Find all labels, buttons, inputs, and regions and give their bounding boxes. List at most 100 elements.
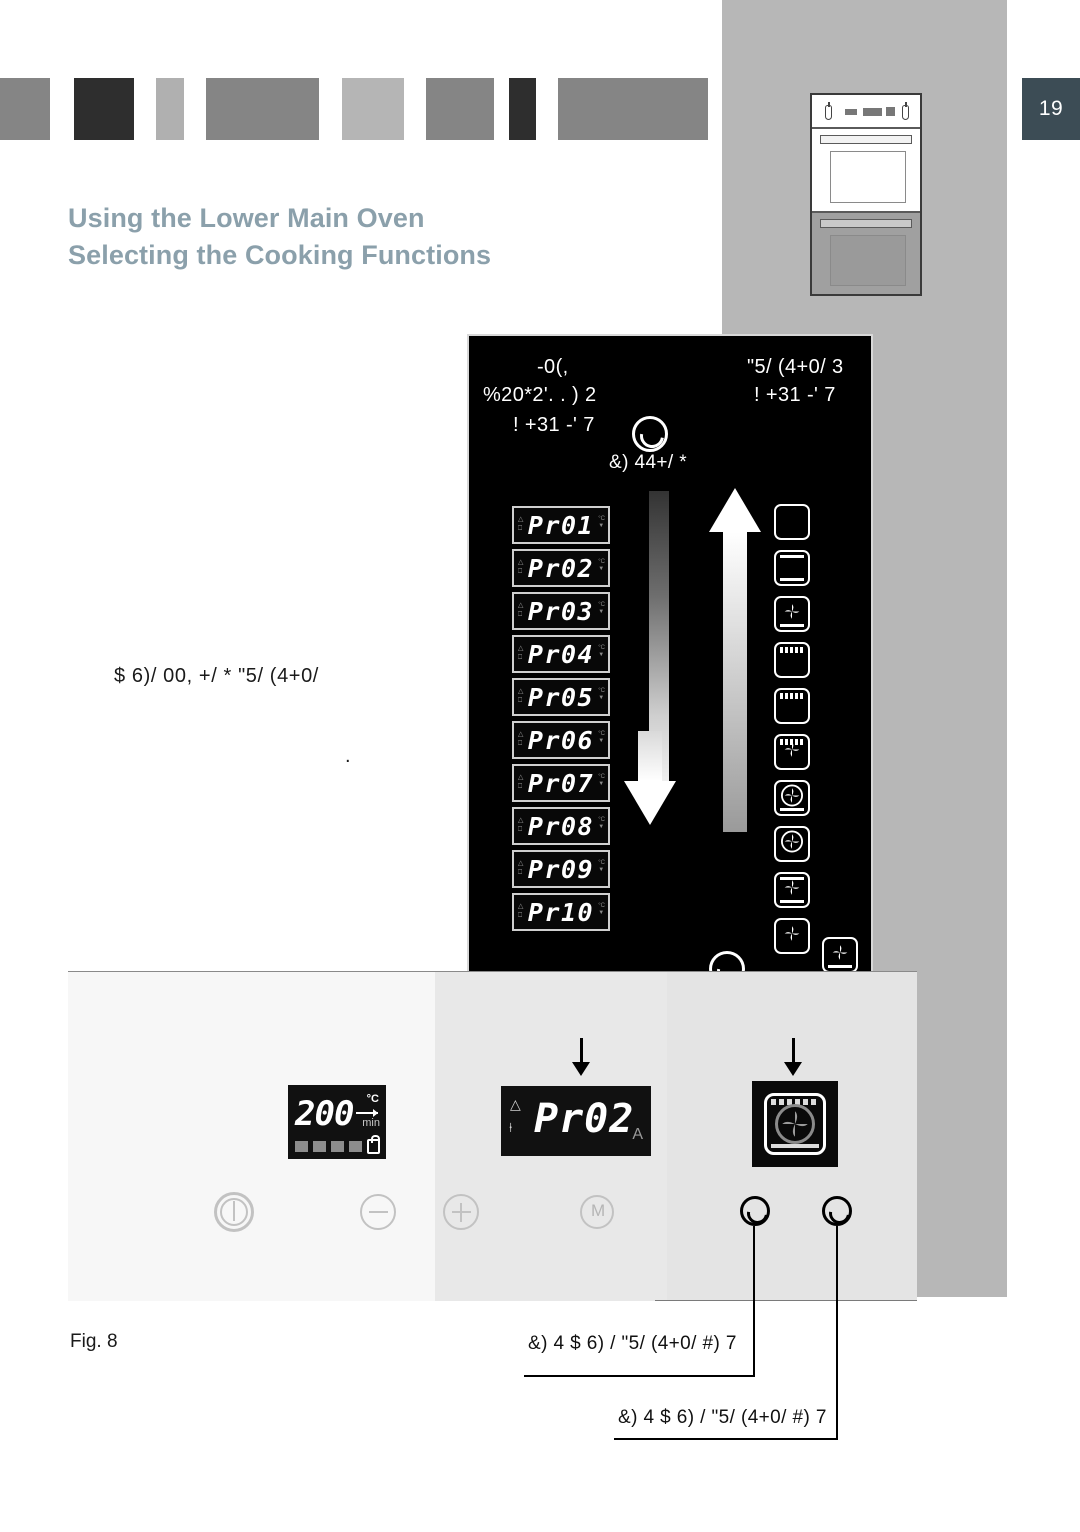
topbar-block-5	[342, 78, 404, 140]
double-oven-illustration	[810, 93, 922, 296]
oven-fan-only-icon	[774, 918, 810, 954]
led-mini-icons-right: °C ▼	[598, 602, 605, 615]
fan-blade-icon	[781, 877, 803, 904]
led-mini-icons-left: △ ⎕	[518, 602, 524, 618]
topbar-block-7	[509, 78, 536, 140]
caption2-leader-vertical	[836, 1226, 838, 1416]
program-code: Pr09	[527, 854, 595, 884]
program-led-row: △ ⎕ Pr02 °C ▼	[512, 549, 610, 587]
fan-blade-icon	[781, 830, 803, 858]
topbar-block-2	[74, 78, 134, 140]
oven-top-fan-bottom-icon	[774, 872, 810, 908]
oven-control-panel-graphic	[812, 95, 920, 129]
bell-icon: △	[510, 1096, 521, 1112]
indicator-square-1	[295, 1141, 308, 1152]
led-mini-icons-left: △ ⎕	[518, 688, 524, 704]
led-mini-icons-left: △ ⎕	[518, 731, 524, 747]
led-mini-icons-right: °C ▼	[598, 731, 605, 744]
caption2-leader-horizontal	[614, 1438, 838, 1440]
temperature-unit: °C	[366, 1093, 379, 1105]
led-mini-icons-left: △ ⎕	[518, 559, 524, 575]
fan-blade-icon	[781, 601, 803, 628]
led-mini-icons-right: °C ▼	[598, 774, 605, 787]
program-led-row: △ ⎕ Pr04 °C ▼	[512, 635, 610, 673]
oven-grill-fan-icon	[764, 1093, 826, 1155]
program-code: Pr10	[527, 897, 595, 927]
oven-knob-left-graphic	[825, 102, 832, 120]
function-knob-left[interactable]	[740, 1196, 770, 1226]
fan-blade-icon	[781, 923, 803, 950]
program-led-row: △ ⎕ Pr09 °C ▼	[512, 850, 610, 888]
temperature-display: 200 °C min	[288, 1085, 386, 1159]
oven-upper-cavity-graphic	[812, 129, 920, 213]
caption-1: &) 4 $ 6) / "5/ (4+0/ #) 7	[528, 1333, 737, 1354]
topbar-block-4	[206, 78, 319, 140]
program-led-row: △ ⎕ Pr05 °C ▼	[512, 678, 610, 716]
dial-top-label: &) 44+/ *	[609, 452, 688, 473]
time-unit-label: min	[362, 1117, 380, 1129]
fan-blade-icon	[829, 942, 851, 969]
page-title-line-2: Selecting the Cooking Functions	[68, 240, 492, 270]
function-knob-right[interactable]	[822, 1196, 852, 1226]
led-mini-icons-right: °C ▼	[598, 645, 605, 658]
program-code: Pr05	[527, 682, 595, 712]
program-code: Pr02	[527, 553, 595, 583]
manual-page: 19 Using the Lower Main Oven Selecting t…	[0, 0, 1080, 1532]
bottom-element-icon	[780, 578, 804, 581]
topbar-block-8	[558, 78, 708, 140]
leader-arrow-function	[784, 1062, 802, 1076]
minus-button[interactable]	[360, 1194, 396, 1230]
program-code: Pr07	[527, 768, 595, 798]
timer-arrow-icon	[356, 1109, 378, 1117]
program-led-row: △ ⎕ Pr07 °C ▼	[512, 764, 610, 802]
lock-icon	[367, 1135, 380, 1154]
page-number: 19	[1022, 78, 1080, 140]
memory-button[interactable]: M	[580, 1195, 614, 1229]
caption-2: &) 4 $ 6) / "5/ (4+0/ #) 7	[618, 1407, 827, 1428]
topbar-block-6	[426, 78, 494, 140]
fan-blade-icon	[781, 739, 803, 766]
fan-blade-icon	[781, 784, 803, 812]
oven-upper-handle-graphic	[820, 135, 912, 144]
oven-lower-cavity-graphic	[812, 213, 920, 294]
oven-fan-circle-icon	[774, 826, 810, 862]
grill-element-icon	[780, 647, 804, 653]
program-led-row: △ ⎕ Pr08 °C ▼	[512, 807, 610, 845]
programs-diagram-panel: -0(, %20*2'. . ) 2 ! +31 -' 7 "5/ (4+0/ …	[467, 334, 873, 1038]
oven-knob-right-graphic	[902, 102, 909, 120]
topbar-block-3	[156, 78, 184, 140]
rotary-dial-icon-top	[632, 416, 668, 452]
led-mini-icons-left: △ ⎕	[518, 645, 524, 661]
program-display: △ ⍿ Pr02 A	[501, 1086, 651, 1156]
program-led-row: △ ⎕ Pr03 °C ▼	[512, 592, 610, 630]
program-led-list: △ ⎕ Pr01 °C ▼ △ ⎕ Pr02 °C ▼ △ ⎕ Pr03 °C ▼ △ ⎕ Pr04 °C ▼ △ ⎕ Pr…	[512, 506, 610, 936]
led-mini-icons-right: °C ▼	[598, 817, 605, 830]
caption1-leader-down	[753, 1341, 755, 1376]
function-icon-list	[774, 504, 810, 964]
plus-button[interactable]	[443, 1194, 479, 1230]
figure-label: Fig. 8	[70, 1331, 118, 1352]
program-led-row: △ ⎕ Pr10 °C ▼	[512, 893, 610, 931]
oven-top-bottom-heat-icon	[774, 550, 810, 586]
caption1-leader-horizontal	[524, 1375, 755, 1377]
oven-fan-circle-bottom-icon	[774, 780, 810, 816]
program-code: Pr04	[527, 639, 595, 669]
panel-header-left-line-1: -0(,	[537, 356, 569, 378]
oven-fan-bottom-icon	[774, 596, 810, 632]
led-mini-icons-right: °C ▼	[598, 688, 605, 701]
program-led-row: △ ⎕ Pr06 °C ▼	[512, 721, 610, 759]
program-code: Pr06	[527, 725, 595, 755]
program-code: Pr01	[527, 510, 595, 540]
program-value: Pr02	[534, 1096, 635, 1142]
heat-icon: ⍿	[509, 1120, 513, 1135]
oven-grill-2-icon	[774, 688, 810, 724]
panel-header-right-line-1: "5/ (4+0/ 3	[747, 356, 844, 378]
caption-rule	[655, 1300, 917, 1301]
grill-element-icon	[780, 693, 804, 699]
caption2-leader-down	[836, 1416, 838, 1440]
leader-arrow-program	[572, 1062, 590, 1076]
program-led-row: △ ⎕ Pr01 °C ▼	[512, 506, 610, 544]
decorative-top-bar	[0, 78, 730, 140]
panel-header-right-line-2: ! +31 -' 7	[754, 384, 836, 406]
oven-grill-icon	[774, 642, 810, 678]
